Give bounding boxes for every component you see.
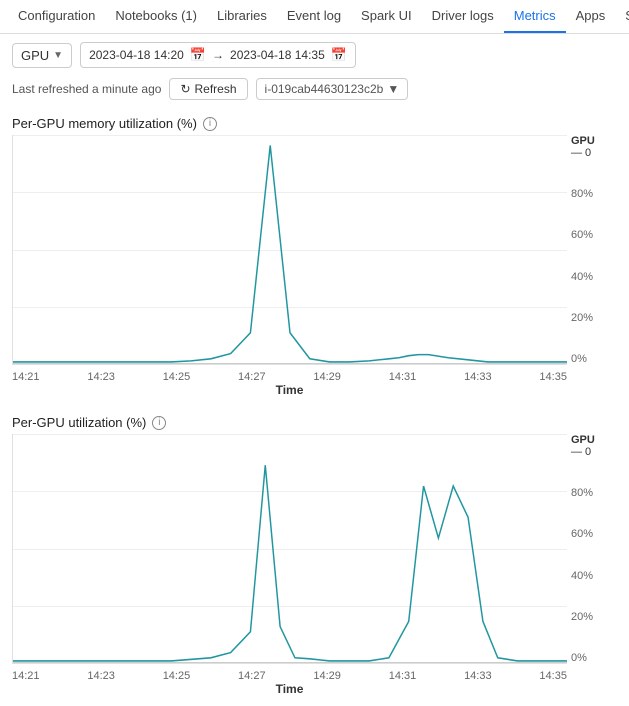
util-x-label-1435: 14:35 [539, 670, 567, 682]
memory-y-20: 20% [571, 312, 617, 324]
refresh-label: Refresh [195, 82, 237, 96]
memory-y-axis: GPU — 0 80% 60% 40% 20% 0% [567, 135, 617, 365]
tab-libraries[interactable]: Libraries [207, 0, 277, 33]
memory-legend-item: — 0 [571, 147, 591, 159]
x-label-1425: 14:25 [163, 371, 191, 383]
memory-x-labels: 14:21 14:23 14:25 14:27 14:29 14:31 14:3… [12, 369, 567, 383]
memory-chart-section: Per-GPU memory utilization (%) i GPU — 0… [0, 108, 629, 397]
tab-spark-ui[interactable]: Spark UI [351, 0, 422, 33]
x-label-1431: 14:31 [389, 371, 417, 383]
utilization-legend-title: GPU [571, 434, 595, 446]
calendar-icon: 📅 [190, 47, 206, 63]
tab-spark-cluster[interactable]: Spark cluster U [615, 0, 629, 33]
util-y-80: 80% [571, 487, 617, 499]
last-refreshed-label: Last refreshed a minute ago [12, 82, 161, 96]
utilization-y-axis: GPU — 0 80% 60% 40% 20% 0% [567, 434, 617, 664]
memory-info-icon[interactable]: i [203, 117, 217, 131]
utilization-info-icon[interactable]: i [152, 416, 166, 430]
x-label-1423: 14:23 [87, 371, 115, 383]
memory-y-60: 60% [571, 229, 617, 241]
instance-id-label: i-019cab44630123c2b [265, 82, 384, 96]
toolbar: GPU ▼ 2023-04-18 14:20 📅 → 2023-04-18 14… [0, 34, 629, 76]
util-y-0: 0% [571, 652, 617, 664]
tab-notebooks[interactable]: Notebooks (1) [105, 0, 207, 33]
refresh-icon: ↻ [180, 82, 190, 96]
x-label-1433: 14:33 [464, 371, 492, 383]
refresh-row: Last refreshed a minute ago ↻ Refresh i-… [0, 76, 629, 108]
gpu-dropdown-chevron: ▼ [53, 50, 63, 61]
utilization-legend-item: — 0 [571, 446, 591, 458]
tab-event-log[interactable]: Event log [277, 0, 351, 33]
util-x-label-1423: 14:23 [87, 670, 115, 682]
utilization-chart-title: Per-GPU utilization (%) i [12, 415, 617, 430]
util-y-20: 20% [571, 611, 617, 623]
date-range-picker[interactable]: 2023-04-18 14:20 📅 → 2023-04-18 14:35 📅 [80, 42, 356, 68]
util-x-label-1427: 14:27 [238, 670, 266, 682]
x-label-1421: 14:21 [12, 371, 40, 383]
utilization-chart-wrapper: GPU — 0 80% 60% 40% 20% 0% [12, 434, 617, 664]
util-x-label-1433: 14:33 [464, 670, 492, 682]
util-y-40: 40% [571, 570, 617, 582]
memory-x-title: Time [12, 383, 567, 397]
util-x-label-1425: 14:25 [163, 670, 191, 682]
memory-chart-wrapper: GPU — 0 80% 60% 40% 20% 0% [12, 135, 617, 365]
util-x-label-1431: 14:31 [389, 670, 417, 682]
util-x-label-1421: 14:21 [12, 670, 40, 682]
x-label-1435: 14:35 [539, 371, 567, 383]
instance-dropdown[interactable]: i-019cab44630123c2b ▼ [256, 78, 409, 100]
utilization-x-labels: 14:21 14:23 14:25 14:27 14:29 14:31 14:3… [12, 668, 567, 682]
utilization-chart-svg [13, 434, 567, 663]
date-end: 2023-04-18 14:35 [230, 48, 325, 62]
tab-apps[interactable]: Apps [566, 0, 616, 33]
date-arrow: → [212, 48, 224, 62]
tab-configuration[interactable]: Configuration [8, 0, 105, 33]
memory-chart-area [12, 135, 567, 365]
util-y-60: 60% [571, 528, 617, 540]
memory-chart-svg [13, 135, 567, 364]
x-label-1427: 14:27 [238, 371, 266, 383]
memory-y-80: 80% [571, 188, 617, 200]
memory-y-40: 40% [571, 271, 617, 283]
tab-metrics[interactable]: Metrics [504, 0, 566, 33]
date-start: 2023-04-18 14:20 [89, 48, 184, 62]
instance-dropdown-chevron: ▼ [387, 82, 399, 96]
gpu-dropdown-label: GPU [21, 48, 49, 63]
nav-tabs: Configuration Notebooks (1) Libraries Ev… [0, 0, 629, 34]
utilization-x-title: Time [12, 682, 567, 696]
memory-y-0: 0% [571, 353, 617, 365]
memory-chart-title: Per-GPU memory utilization (%) i [12, 116, 617, 131]
refresh-button[interactable]: ↻ Refresh [169, 78, 247, 100]
tab-driver-logs[interactable]: Driver logs [422, 0, 504, 33]
x-label-1429: 14:29 [313, 371, 341, 383]
util-x-label-1429: 14:29 [313, 670, 341, 682]
memory-legend-title: GPU [571, 135, 595, 147]
utilization-chart-section: Per-GPU utilization (%) i GPU — 0 80% 60… [0, 407, 629, 696]
gpu-dropdown[interactable]: GPU ▼ [12, 43, 72, 68]
calendar-icon-2: 📅 [331, 47, 347, 63]
utilization-chart-area [12, 434, 567, 664]
